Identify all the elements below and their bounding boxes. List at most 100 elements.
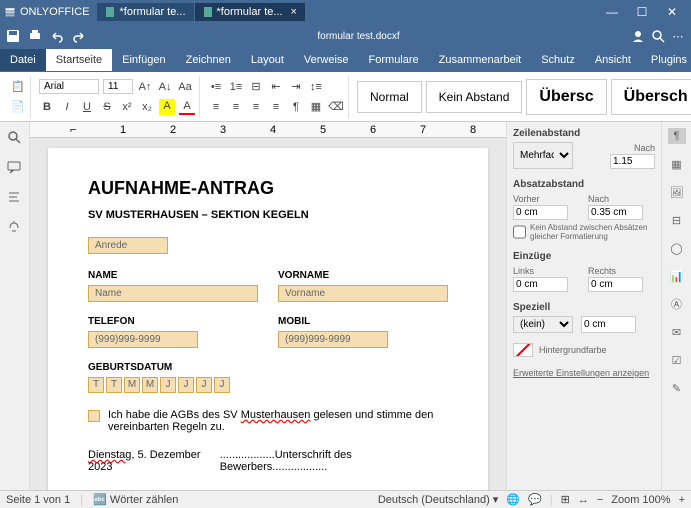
increase-font-icon[interactable]: A↑ (137, 79, 153, 95)
close-button[interactable]: ✕ (657, 5, 687, 19)
menu-view[interactable]: Ansicht (585, 49, 641, 71)
headings-icon[interactable] (7, 190, 23, 206)
linespacing-value[interactable] (610, 154, 655, 169)
anrede-field[interactable]: Anrede (88, 237, 168, 254)
table-settings-icon[interactable]: ▦ (668, 156, 686, 172)
language-button[interactable]: Deutsch (Deutschland) ▾ (378, 493, 498, 506)
page[interactable]: AUFNAHME-ANTRAG SV MUSTERHAUSEN – SEKTIO… (48, 148, 488, 490)
menu-home[interactable]: Startseite (46, 49, 112, 71)
indent-icon[interactable]: ⇥ (288, 79, 304, 95)
bullets-icon[interactable]: •≡ (208, 79, 224, 95)
menu-insert[interactable]: Einfügen (112, 49, 175, 71)
menu-protect[interactable]: Schutz (531, 49, 585, 71)
minimize-button[interactable]: — (597, 5, 627, 19)
maximize-button[interactable]: ☐ (627, 5, 657, 19)
menu-plugins[interactable]: Plugins (641, 49, 691, 71)
mobil-field[interactable]: (999)999-9999 (278, 331, 388, 348)
linespacing-icon[interactable]: ↕≡ (308, 79, 324, 95)
telefon-field[interactable]: (999)999-9999 (88, 331, 198, 348)
font-size-select[interactable] (103, 79, 133, 94)
style-nospacing[interactable]: Kein Abstand (426, 81, 523, 113)
header-settings-icon[interactable]: ⊟ (668, 212, 686, 228)
indent-left[interactable] (513, 277, 568, 292)
align-right-icon[interactable]: ≡ (248, 99, 264, 115)
date-char[interactable]: J (196, 377, 212, 393)
italic-button[interactable]: I (59, 99, 75, 115)
more-icon[interactable]: ⋯ (671, 29, 685, 43)
zoom-out-icon[interactable]: − (597, 494, 603, 506)
strike-button[interactable]: S (99, 99, 115, 115)
shading-icon[interactable]: ▦ (308, 99, 324, 115)
comments-icon[interactable] (7, 160, 23, 176)
date-char[interactable]: M (142, 377, 158, 393)
page-indicator[interactable]: Seite 1 von 1 (6, 494, 70, 506)
style-heading1[interactable]: Übersc (526, 79, 606, 115)
decrease-font-icon[interactable]: A↓ (157, 79, 173, 95)
form-settings-icon[interactable]: ☑ (668, 352, 686, 368)
menu-draw[interactable]: Zeichnen (176, 49, 241, 71)
print-icon[interactable] (28, 29, 42, 43)
bgcolor-swatch[interactable] (513, 343, 533, 357)
menu-file[interactable]: Datei (0, 49, 46, 71)
menu-references[interactable]: Verweise (294, 49, 359, 71)
style-normal[interactable]: Normal (357, 81, 422, 113)
align-left-icon[interactable]: ≡ (208, 99, 224, 115)
fit-width-icon[interactable]: ↔ (578, 494, 589, 506)
underline-button[interactable]: U (79, 99, 95, 115)
menu-layout[interactable]: Layout (241, 49, 294, 71)
horizontal-ruler[interactable]: ⌐12345678 (30, 122, 506, 138)
paste-icon[interactable]: 📄 (10, 99, 26, 115)
feedback-icon[interactable] (7, 220, 23, 236)
search-icon[interactable] (7, 130, 23, 146)
shape-settings-icon[interactable]: ◯ (668, 240, 686, 256)
zoom-in-icon[interactable]: + (679, 494, 685, 506)
bold-button[interactable]: B (39, 99, 55, 115)
style-heading2[interactable]: Übersch (611, 79, 691, 115)
date-char[interactable]: J (160, 377, 176, 393)
date-field[interactable]: T T M M J J J J (88, 377, 448, 393)
wordcount-button[interactable]: 🔤 Wörter zählen (93, 493, 178, 506)
menu-collab[interactable]: Zusammenarbeit (429, 49, 532, 71)
fit-page-icon[interactable]: ⊞ (561, 493, 570, 506)
zoom-label[interactable]: Zoom 100% (611, 494, 670, 506)
menu-forms[interactable]: Formulare (359, 49, 429, 71)
save-icon[interactable] (6, 29, 20, 43)
date-char[interactable]: J (178, 377, 194, 393)
redo-icon[interactable] (72, 29, 86, 43)
spacing-before[interactable] (513, 205, 568, 220)
linespacing-mode[interactable]: Mehrfach (513, 142, 573, 169)
indent-right[interactable] (588, 277, 643, 292)
mailmerge-icon[interactable]: ✉ (668, 324, 686, 340)
trackchanges-icon[interactable]: 💬 (528, 493, 542, 506)
name-field[interactable]: Name (88, 285, 258, 302)
superscript-button[interactable]: x² (119, 99, 135, 115)
highlight-button[interactable]: A (159, 99, 175, 115)
date-char[interactable]: T (106, 377, 122, 393)
numbering-icon[interactable]: 1≡ (228, 79, 244, 95)
copy-icon[interactable]: 📋 (10, 79, 26, 95)
doc-tab-0[interactable]: *formular te... (97, 3, 194, 21)
special-mode[interactable]: (kein) (513, 316, 573, 333)
close-tab-icon[interactable]: × (291, 6, 297, 18)
subscript-button[interactable]: x₂ (139, 99, 155, 115)
font-color-button[interactable]: A (179, 99, 195, 115)
user-icon[interactable] (631, 29, 645, 43)
font-name-select[interactable] (39, 79, 99, 94)
align-justify-icon[interactable]: ≡ (268, 99, 284, 115)
no-spacing-checkbox[interactable] (513, 223, 526, 241)
signature-icon[interactable]: ✎ (668, 380, 686, 396)
vorname-field[interactable]: Vorname (278, 285, 448, 302)
undo-icon[interactable] (50, 29, 64, 43)
agb-checkbox[interactable] (88, 410, 100, 422)
search-icon[interactable] (651, 29, 665, 43)
date-char[interactable]: T (88, 377, 104, 393)
spellcheck-icon[interactable]: 🌐 (506, 493, 520, 506)
multilevel-icon[interactable]: ⊟ (248, 79, 264, 95)
change-case-icon[interactable]: Aa (177, 79, 193, 95)
advanced-link[interactable]: Erweiterte Einstellungen anzeigen (513, 368, 649, 378)
textart-settings-icon[interactable]: Ⓐ (668, 296, 686, 312)
spacing-after[interactable] (588, 205, 643, 220)
align-center-icon[interactable]: ≡ (228, 99, 244, 115)
image-settings-icon[interactable]: 🖼 (668, 184, 686, 200)
chart-settings-icon[interactable]: 📊 (668, 268, 686, 284)
